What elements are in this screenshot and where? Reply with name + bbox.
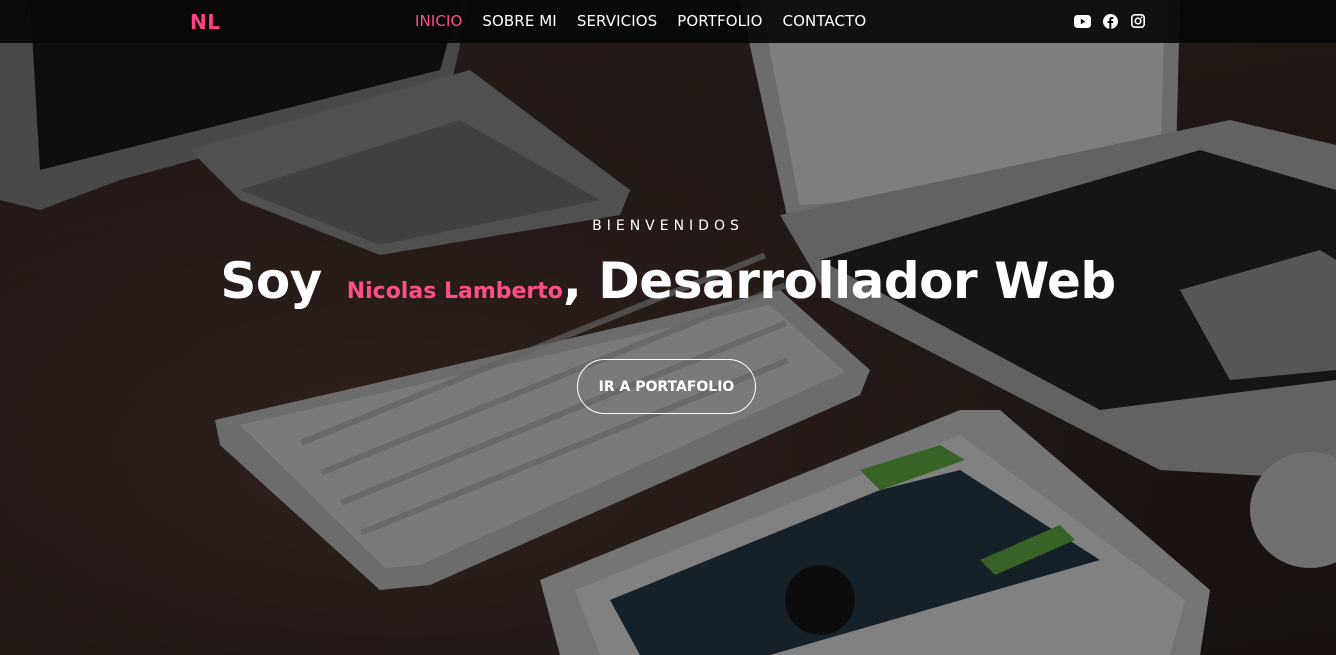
nav-link-servicios[interactable]: SERVICIOS [577,12,657,30]
nav-item-portfolio: PORTFOLIO [677,12,762,31]
headline-prefix: Soy [220,252,322,310]
headline-name: Nicolas Lamberto [346,279,563,304]
facebook-icon[interactable] [1101,12,1119,30]
nav-menu: INICIO SOBRE MI SERVICIOS PORTFOLIO CONT… [405,0,876,43]
social-links [1073,12,1147,30]
portfolio-cta-button[interactable]: IR A PORTAFOLIO [577,359,756,414]
nav-item-servicios: SERVICIOS [577,12,657,31]
headline-suffix: , Desarrollador Web [562,252,1116,310]
nav-item-inicio: INICIO [415,12,462,31]
instagram-icon[interactable] [1129,12,1147,30]
nav-link-portfolio[interactable]: PORTFOLIO [677,12,762,30]
hero-background [0,0,1336,655]
youtube-icon[interactable] [1073,12,1091,30]
top-navbar: NL INICIO SOBRE MI SERVICIOS PORTFOLIO C… [0,0,1336,43]
nav-link-inicio[interactable]: INICIO [415,12,462,30]
nav-link-sobre-mi[interactable]: SOBRE MI [482,12,556,30]
nav-link-contacto[interactable]: CONTACTO [783,12,867,30]
nav-item-contacto: CONTACTO [783,12,867,31]
nav-item-sobre-mi: SOBRE MI [482,12,556,31]
hero-kicker: BIENVENIDOS [592,218,744,234]
hero-headline: Soy Nicolas Lamberto, Desarrollador Web [0,252,1336,310]
dark-overlay [0,0,1336,655]
brand-logo[interactable]: NL [190,10,220,34]
